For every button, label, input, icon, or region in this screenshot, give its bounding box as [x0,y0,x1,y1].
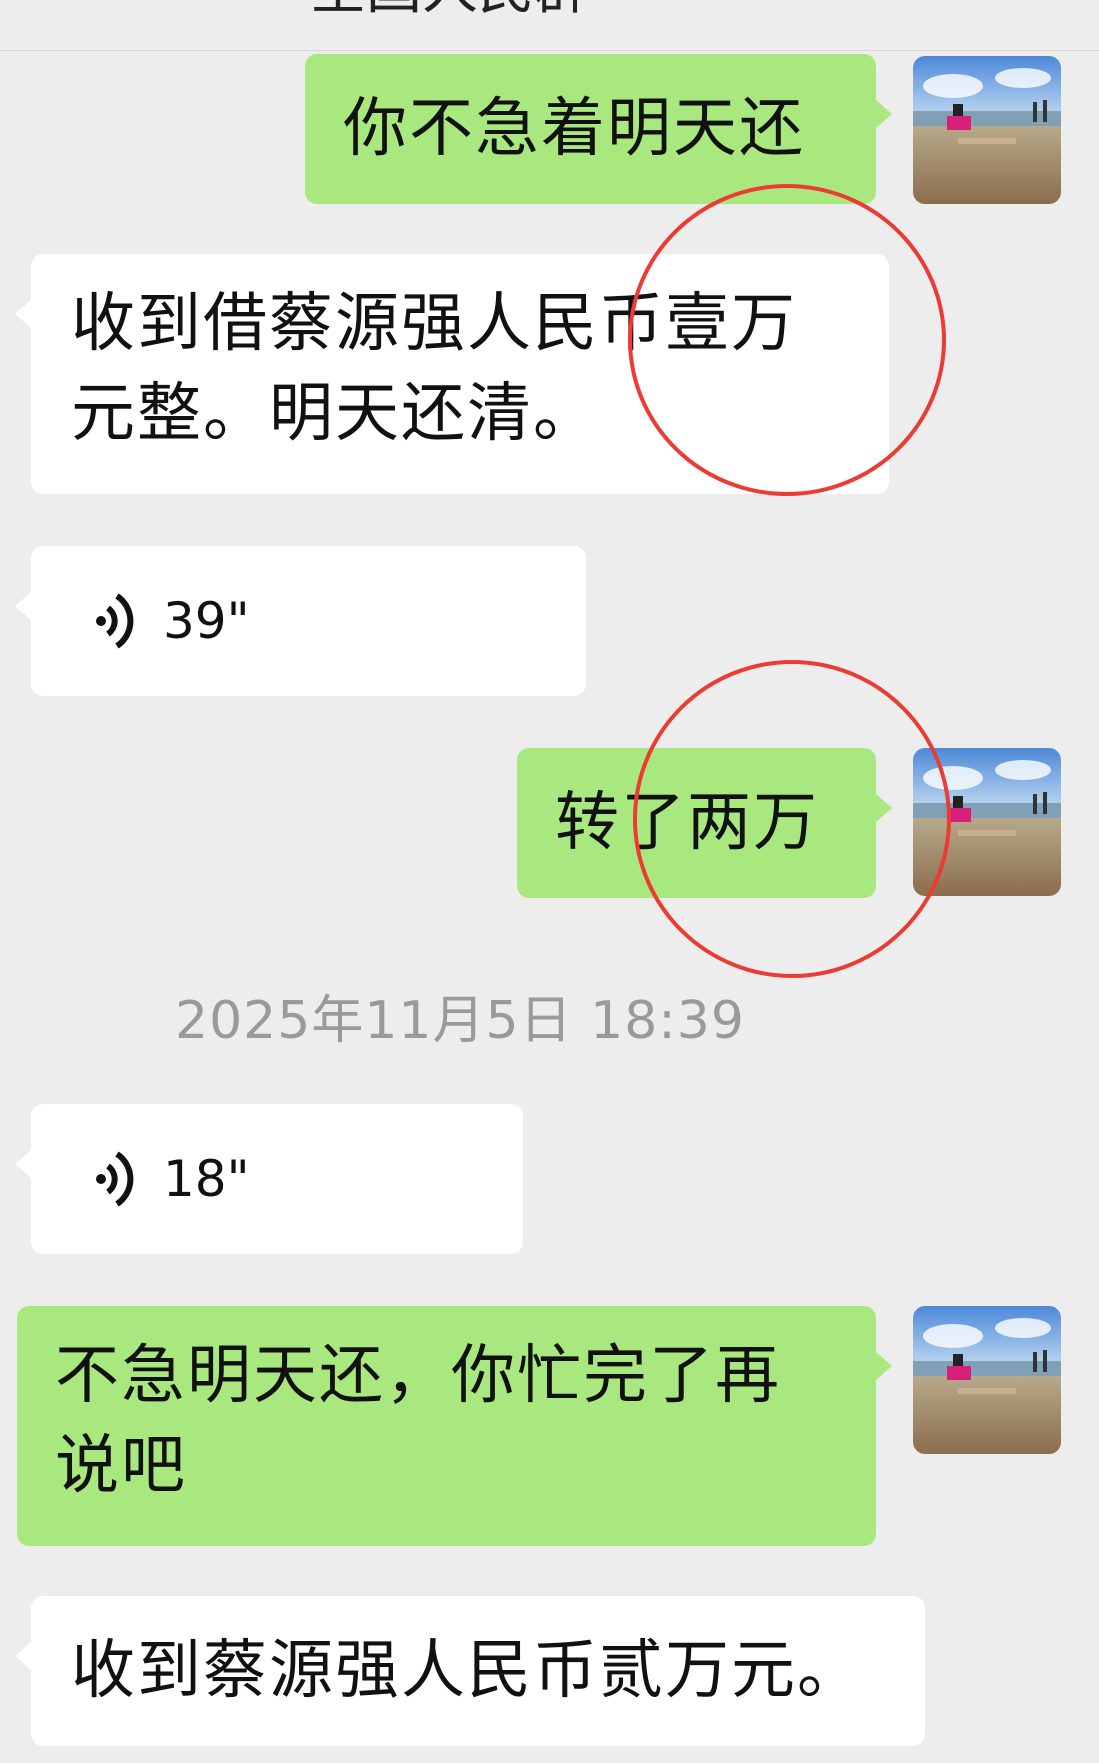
voice-message-bubble[interactable]: 18" [15,1104,523,1254]
voice-wave-icon [96,1151,134,1207]
avatar[interactable] [913,56,1061,204]
beach-photo-avatar-icon [913,56,1061,204]
avatar[interactable] [913,748,1061,896]
message-text: 收到借蔡源强人民币壹万元整。明天还清。 [71,287,797,451]
avatar[interactable] [913,1306,1061,1454]
chat-title-partial: 全国人民群 [310,0,590,20]
message-timestamp: 2025年11月5日 18:39 [175,991,745,1051]
beach-photo-avatar-icon [913,748,1061,896]
beach-photo-avatar-icon [913,1306,1061,1454]
voice-message-bubble[interactable]: 39" [15,546,586,696]
voice-message-content: 39" [81,586,250,656]
message-bubble-sent[interactable]: 不急明天还，你忙完了再说吧 [17,1306,892,1546]
message-bubble-sent[interactable]: 转了两万 [517,748,892,898]
voice-duration: 39" [163,592,250,650]
message-bubble-received[interactable]: 收到蔡源强人民币贰万元。 [15,1596,925,1746]
message-text: 你不急着明天还 [343,92,805,166]
chat-header-partial: 全国人民群 [0,0,1099,51]
message-bubble-sent[interactable]: 你不急着明天还 [305,54,892,204]
message-text: 收到蔡源强人民币贰万元。 [71,1634,863,1708]
message-text: 转了两万 [555,786,819,860]
voice-message-content: 18" [81,1144,250,1214]
message-bubble-received[interactable]: 收到借蔡源强人民币壹万元整。明天还清。 [15,254,889,494]
message-text: 不急明天还，你忙完了再说吧 [55,1339,781,1503]
voice-duration: 18" [163,1150,250,1208]
voice-wave-icon [96,593,134,649]
